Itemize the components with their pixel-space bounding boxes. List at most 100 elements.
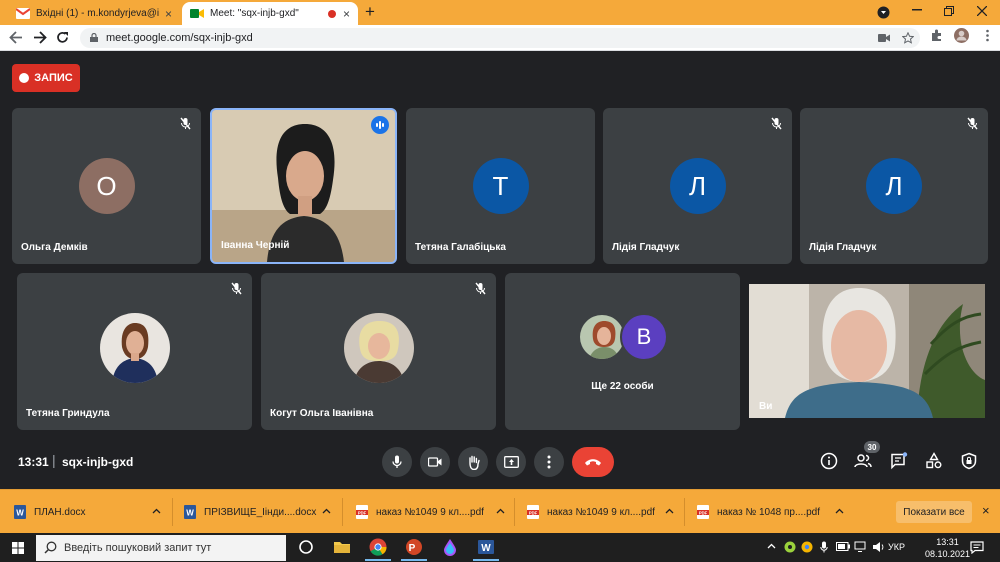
download-item[interactable]: PDF наказ №1049 9 кл....pdf bbox=[356, 500, 506, 524]
bookmark-star-icon[interactable] bbox=[902, 32, 914, 44]
profile-dropdown-icon[interactable] bbox=[877, 6, 890, 19]
url-text[interactable]: meet.google.com/sqx-injb-gxd bbox=[106, 32, 253, 44]
pdf-file-icon: PDF bbox=[356, 505, 368, 519]
paint-app-icon[interactable] bbox=[440, 537, 460, 557]
minimize-icon[interactable] bbox=[912, 9, 922, 11]
extensions-icon[interactable] bbox=[930, 29, 943, 42]
participant-name: Когут Ольга Іванівна bbox=[270, 408, 374, 419]
camera-button[interactable] bbox=[420, 447, 450, 477]
close-downloads-icon[interactable]: × bbox=[982, 503, 990, 518]
restore-icon[interactable] bbox=[944, 6, 954, 16]
file-explorer-icon[interactable] bbox=[332, 537, 352, 557]
lock-icon[interactable] bbox=[90, 33, 98, 42]
tray-app-icon[interactable] bbox=[784, 541, 796, 553]
participant-tile[interactable]: Л Лідія Гладчук bbox=[800, 108, 988, 264]
taskbar-search-box[interactable]: Введіть пошуковий запит тут bbox=[36, 535, 286, 561]
tray-battery-icon[interactable] bbox=[836, 542, 850, 551]
participant-name: Іванна Черній bbox=[221, 240, 290, 251]
browser-menu-icon[interactable] bbox=[981, 29, 994, 42]
svg-text:W: W bbox=[16, 509, 24, 518]
close-window-icon[interactable] bbox=[977, 6, 987, 16]
windows-start-icon[interactable] bbox=[12, 542, 24, 554]
participant-tile[interactable]: Тетяна Гриндула bbox=[17, 273, 252, 430]
chevron-up-icon[interactable] bbox=[665, 508, 674, 514]
chevron-up-icon[interactable] bbox=[835, 508, 844, 514]
svg-text:W: W bbox=[481, 543, 491, 554]
divider bbox=[172, 498, 173, 526]
chevron-up-icon[interactable] bbox=[496, 508, 505, 514]
participant-tile[interactable]: Л Лідія Гладчук bbox=[603, 108, 792, 264]
speaking-indicator-icon bbox=[371, 116, 389, 134]
pdf-file-icon: PDF bbox=[697, 505, 709, 519]
participant-photo-avatar bbox=[99, 313, 170, 384]
present-button[interactable] bbox=[496, 447, 526, 477]
profile-avatar-icon[interactable] bbox=[954, 28, 969, 43]
self-name: Ви bbox=[759, 401, 773, 412]
meeting-time: 13:31 bbox=[18, 455, 49, 469]
task-view-icon[interactable] bbox=[296, 537, 316, 557]
gmail-icon bbox=[16, 8, 30, 19]
download-filename: ПРІЗВИЩЕ_Іінди....docx bbox=[204, 506, 317, 518]
active-app-indicator bbox=[401, 559, 427, 561]
search-icon bbox=[44, 541, 57, 554]
notifications-icon[interactable] bbox=[970, 541, 984, 554]
download-item[interactable]: PDF наказ №1049 9 кл....pdf bbox=[527, 500, 677, 524]
download-item[interactable]: W ПЛАН.docx bbox=[14, 500, 164, 524]
hang-up-icon bbox=[585, 459, 601, 466]
activities-icon[interactable] bbox=[925, 452, 943, 470]
participants-icon[interactable] bbox=[854, 452, 872, 470]
tab-close-icon[interactable]: × bbox=[343, 7, 350, 21]
recording-indicator-icon bbox=[327, 9, 336, 18]
host-controls-icon[interactable] bbox=[960, 452, 978, 470]
clock-time: 13:31 bbox=[936, 537, 959, 547]
end-call-button[interactable] bbox=[572, 447, 614, 477]
more-participants-tile[interactable]: В Ще 22 особи bbox=[505, 273, 740, 430]
download-item[interactable]: PDF наказ № 1048 пр....pdf bbox=[697, 500, 847, 524]
camera-blocked-icon[interactable] bbox=[878, 33, 890, 43]
raise-hand-button[interactable] bbox=[458, 447, 488, 477]
meeting-info-icon[interactable] bbox=[820, 452, 838, 470]
self-view-tile[interactable]: Ви bbox=[749, 284, 985, 418]
powerpoint-icon[interactable]: P bbox=[404, 537, 424, 557]
recording-label: ЗАПИС bbox=[34, 72, 73, 84]
tab-title: Meet: "sqx-injb-gxd" bbox=[210, 8, 299, 19]
meet-icon bbox=[190, 9, 204, 18]
participants-count-badge: 30 bbox=[864, 441, 880, 453]
participant-avatar: Т bbox=[472, 158, 529, 214]
svg-text:W: W bbox=[186, 509, 194, 518]
tab-gmail[interactable]: Вхідні (1) - m.kondyrjeva@ippo.ko × bbox=[8, 2, 180, 25]
tray-expand-icon[interactable] bbox=[767, 543, 776, 549]
tab-meet[interactable]: Meet: "sqx-injb-gxd" × bbox=[182, 2, 358, 25]
mic-button[interactable] bbox=[382, 447, 412, 477]
tray-chrome-icon[interactable] bbox=[801, 541, 813, 553]
back-icon[interactable] bbox=[9, 31, 23, 44]
chevron-up-icon[interactable] bbox=[322, 508, 331, 514]
participant-tile-active-speaker[interactable]: Іванна Черній bbox=[210, 108, 397, 264]
forward-icon[interactable] bbox=[33, 31, 47, 44]
participant-tile[interactable]: О Ольга Демків bbox=[12, 108, 201, 264]
taskbar-clock[interactable]: 13:31 08.10.2021 bbox=[925, 536, 970, 560]
tab-close-icon[interactable]: × bbox=[165, 7, 172, 21]
chevron-up-icon[interactable] bbox=[152, 508, 161, 514]
tray-network-icon[interactable] bbox=[854, 541, 868, 552]
download-item[interactable]: W ПРІЗВИЩЕ_Іінди....docx bbox=[184, 500, 334, 524]
word-icon[interactable]: W bbox=[476, 537, 496, 557]
mic-muted-icon bbox=[967, 117, 978, 130]
show-all-downloads-button[interactable]: Показати все bbox=[896, 501, 972, 523]
address-bar[interactable]: meet.google.com/sqx-injb-gxd bbox=[80, 28, 920, 48]
new-tab-button[interactable]: + bbox=[365, 2, 375, 22]
participant-avatar: Л bbox=[669, 158, 726, 214]
download-filename: ПЛАН.docx bbox=[34, 506, 86, 518]
camera-icon bbox=[428, 457, 442, 467]
tray-volume-icon[interactable] bbox=[872, 541, 886, 553]
reload-icon[interactable] bbox=[56, 31, 69, 44]
participant-tile[interactable]: Т Тетяна Галабіцька bbox=[406, 108, 595, 264]
more-participants-label: Ще 22 особи bbox=[591, 381, 654, 392]
more-options-button[interactable] bbox=[534, 447, 564, 477]
input-language[interactable]: УКР bbox=[888, 542, 905, 552]
chat-icon[interactable] bbox=[890, 452, 908, 470]
participant-tile[interactable]: Когут Ольга Іванівна bbox=[261, 273, 496, 430]
tray-mic-icon[interactable] bbox=[820, 541, 828, 553]
chrome-icon[interactable] bbox=[368, 537, 388, 557]
recording-badge[interactable]: ЗАПИС bbox=[12, 64, 80, 92]
